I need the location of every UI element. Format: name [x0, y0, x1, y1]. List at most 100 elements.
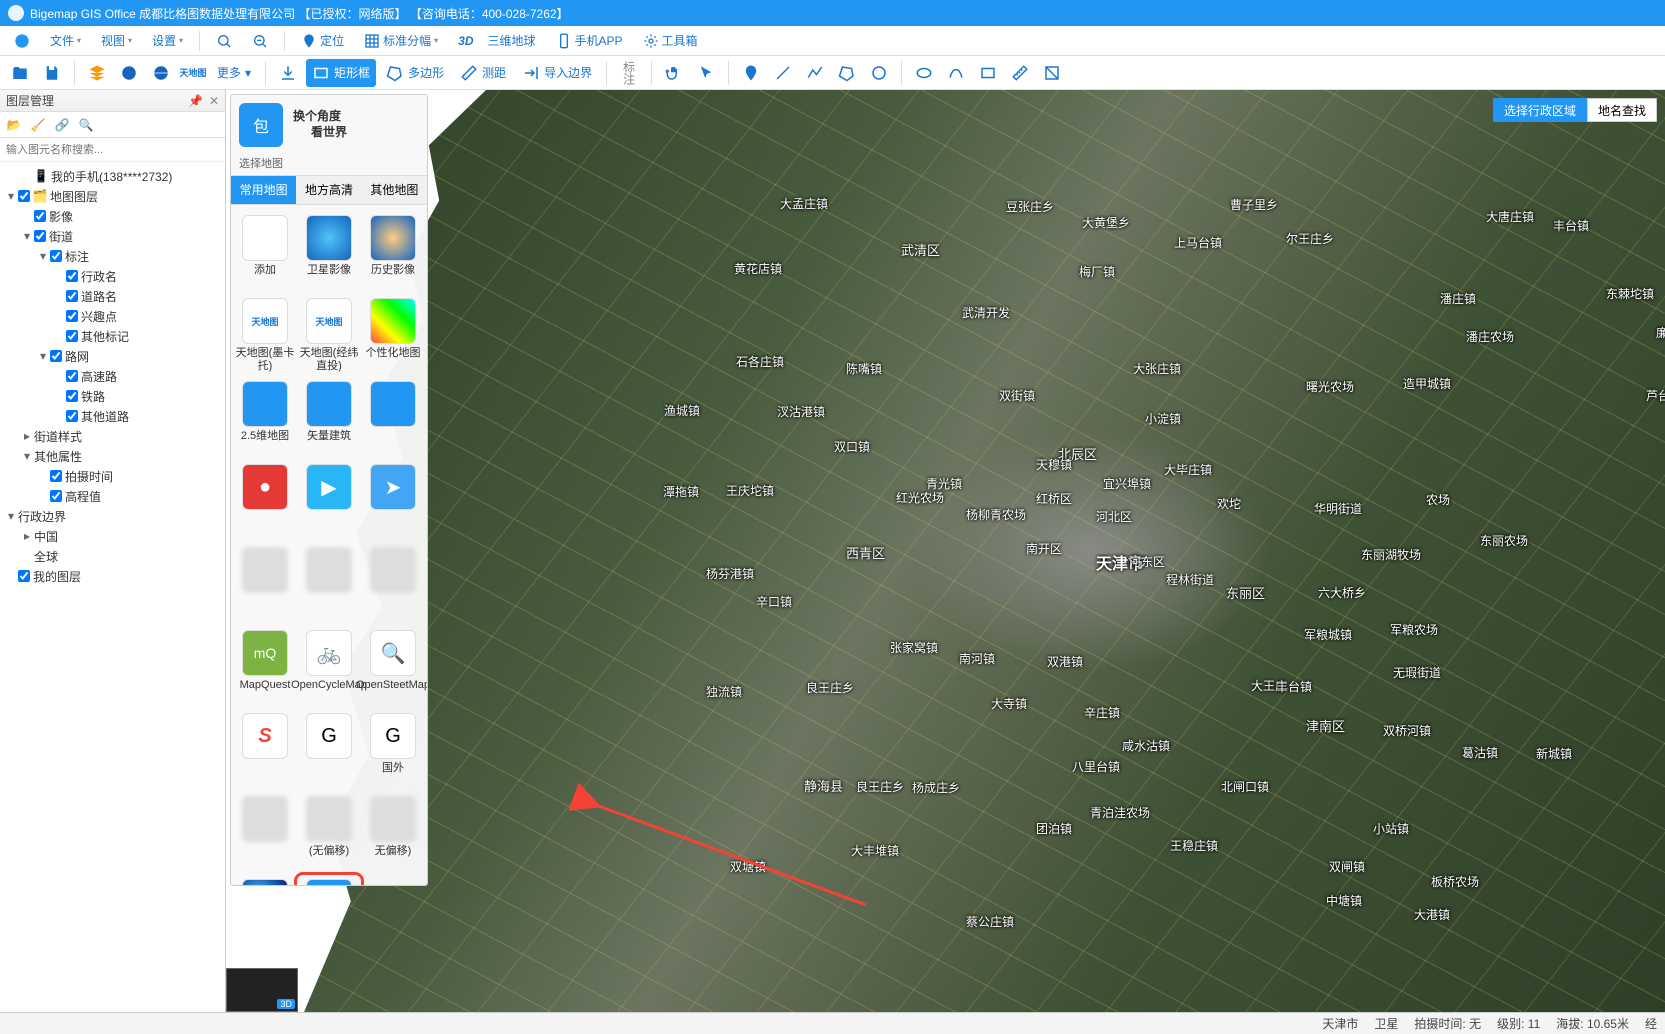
- tree-street[interactable]: ▾街道: [0, 226, 225, 246]
- layer-search-input[interactable]: [0, 138, 225, 161]
- tree-net[interactable]: ▾路网: [0, 346, 225, 366]
- menu-3d[interactable]: 3D: [450, 26, 481, 56]
- tool-more[interactable]: 更多▾: [211, 59, 257, 87]
- app-menu-icon[interactable]: [6, 26, 38, 56]
- tree-imagery[interactable]: 影像: [0, 206, 225, 226]
- tree-road[interactable]: 道路名: [0, 286, 225, 306]
- basemap-item[interactable]: 矢量建筑: [297, 377, 361, 460]
- basemap-item[interactable]: ●: [233, 460, 297, 543]
- basemap-item[interactable]: ▶: [297, 460, 361, 543]
- tree-attr[interactable]: ▾其他属性: [0, 446, 225, 466]
- basemap-item[interactable]: ➤: [361, 460, 425, 543]
- tool-tdt-icon[interactable]: 天地图: [179, 59, 207, 87]
- tree-admin[interactable]: 行政名: [0, 266, 225, 286]
- tool-globe2-icon[interactable]: [147, 59, 175, 87]
- tree-cn[interactable]: ▸中国: [0, 526, 225, 546]
- tab-common[interactable]: 常用地图: [231, 176, 296, 204]
- tool-globe1-icon[interactable]: [115, 59, 143, 87]
- menu-earth3d[interactable]: 三维地球: [479, 26, 543, 56]
- circle-icon[interactable]: [865, 59, 893, 87]
- basemap-item[interactable]: 天地图天地图(墨卡托): [233, 294, 297, 377]
- panel-tabs: 常用地图 地方高清 其他地图: [231, 175, 427, 205]
- basemap-item[interactable]: 天地图天地图(经纬直投): [297, 294, 361, 377]
- basemap-item[interactable]: [233, 543, 297, 626]
- menu-settings[interactable]: 设置▾: [144, 26, 191, 56]
- basemap-item[interactable]: [297, 543, 361, 626]
- clear-icon[interactable]: 🧹: [28, 115, 48, 135]
- menu-toolbox[interactable]: 工具箱: [635, 26, 706, 56]
- menu-view[interactable]: 视图▾: [93, 26, 140, 56]
- select-arrow-icon[interactable]: [692, 59, 720, 87]
- tool-polygon[interactable]: 多边形: [380, 59, 450, 87]
- save-icon[interactable]: [38, 59, 66, 87]
- basemap-item[interactable]: 添加: [233, 211, 297, 294]
- tree-elev[interactable]: 高程值: [0, 486, 225, 506]
- tree-other[interactable]: 其他标记: [0, 326, 225, 346]
- line-icon[interactable]: [769, 59, 797, 87]
- basemap-item[interactable]: 🚲OpenCycleMap: [297, 626, 361, 709]
- tree-mylayer[interactable]: 我的图层: [0, 566, 225, 586]
- tool-label[interactable]: 标注: [615, 59, 643, 87]
- zoom-fit-icon[interactable]: [208, 26, 240, 56]
- basemap-item[interactable]: 🔍OpenSteetMap: [361, 626, 425, 709]
- tree-anno[interactable]: ▾标注: [0, 246, 225, 266]
- open-icon[interactable]: [6, 59, 34, 87]
- menu-locate[interactable]: 定位: [293, 26, 352, 56]
- basemap-item[interactable]: 包天津市: [297, 875, 361, 885]
- tree-style[interactable]: ▸街道样式: [0, 426, 225, 446]
- tree-phone[interactable]: 📱我的手机(138****2732): [0, 166, 225, 186]
- basemap-item[interactable]: (无偏移): [297, 792, 361, 875]
- tree-layers[interactable]: ▾🗂️地图图层: [0, 186, 225, 206]
- close-icon[interactable]: ✕: [209, 94, 219, 108]
- ruler-icon[interactable]: [1006, 59, 1034, 87]
- tool-import-boundary[interactable]: 导入边界: [516, 59, 598, 87]
- tab-local[interactable]: 地方高清: [296, 176, 361, 204]
- tree-rail[interactable]: 铁路: [0, 386, 225, 406]
- basemap-item[interactable]: 2.5维地图: [233, 377, 297, 460]
- tool-layers-icon[interactable]: [83, 59, 111, 87]
- basemap-item[interactable]: 无偏移): [361, 792, 425, 875]
- statusbar: 天津市 卫星 拍摄时间: 无 级别: 11 海拔: 10.65米 经: [0, 1012, 1665, 1034]
- menu-file[interactable]: 文件▾: [42, 26, 89, 56]
- tab-other[interactable]: 其他地图: [362, 176, 427, 204]
- basemap-item[interactable]: 历史影像: [361, 211, 425, 294]
- map-canvas[interactable]: 天津市武清区北辰区河北区南开区红桥区河东区西青区东丽区津南区静海县黄花店镇石各庄…: [226, 90, 1665, 1012]
- pin-icon[interactable]: 📌: [188, 94, 203, 108]
- tree-time[interactable]: 拍摄时间: [0, 466, 225, 486]
- preview-3d[interactable]: 3D: [226, 968, 298, 1012]
- place-search-button[interactable]: 地名查找: [1587, 98, 1657, 122]
- basemap-item[interactable]: S: [233, 709, 297, 792]
- tree-border[interactable]: ▾行政边界: [0, 506, 225, 526]
- area-icon[interactable]: [1038, 59, 1066, 87]
- tree-oroad[interactable]: 其他道路: [0, 406, 225, 426]
- basemap-item[interactable]: s Online: [233, 875, 297, 885]
- folder-open-icon[interactable]: 📂: [4, 115, 24, 135]
- basemap-item[interactable]: G国外: [361, 709, 425, 792]
- basemap-item[interactable]: mQMapQuest: [233, 626, 297, 709]
- tool-measure[interactable]: 测距: [454, 59, 512, 87]
- poly2-icon[interactable]: [833, 59, 861, 87]
- link-icon[interactable]: 🔗: [52, 115, 72, 135]
- tree-poi[interactable]: 兴趣点: [0, 306, 225, 326]
- pan-icon[interactable]: [660, 59, 688, 87]
- download-icon[interactable]: [274, 59, 302, 87]
- basemap-item[interactable]: [361, 377, 425, 460]
- zoom-search-icon[interactable]: [244, 26, 276, 56]
- find-icon[interactable]: 🔍: [76, 115, 96, 135]
- tree-hw[interactable]: 高速路: [0, 366, 225, 386]
- marker-icon[interactable]: [737, 59, 765, 87]
- tree-world[interactable]: 全球: [0, 546, 225, 566]
- basemap-item[interactable]: [233, 792, 297, 875]
- menu-app[interactable]: 手机APP: [548, 26, 631, 56]
- ellipse-icon[interactable]: [910, 59, 938, 87]
- curve-icon[interactable]: [942, 59, 970, 87]
- basemap-item[interactable]: 个性化地图: [361, 294, 425, 377]
- tool-rect[interactable]: 矩形框: [306, 59, 376, 87]
- rect2-icon[interactable]: [974, 59, 1002, 87]
- select-region-button[interactable]: 选择行政区域: [1493, 98, 1587, 122]
- basemap-item[interactable]: [361, 543, 425, 626]
- polyline-icon[interactable]: [801, 59, 829, 87]
- basemap-item[interactable]: 卫星影像: [297, 211, 361, 294]
- menu-grid[interactable]: 标准分幅▾: [356, 26, 446, 56]
- basemap-item[interactable]: G: [297, 709, 361, 792]
